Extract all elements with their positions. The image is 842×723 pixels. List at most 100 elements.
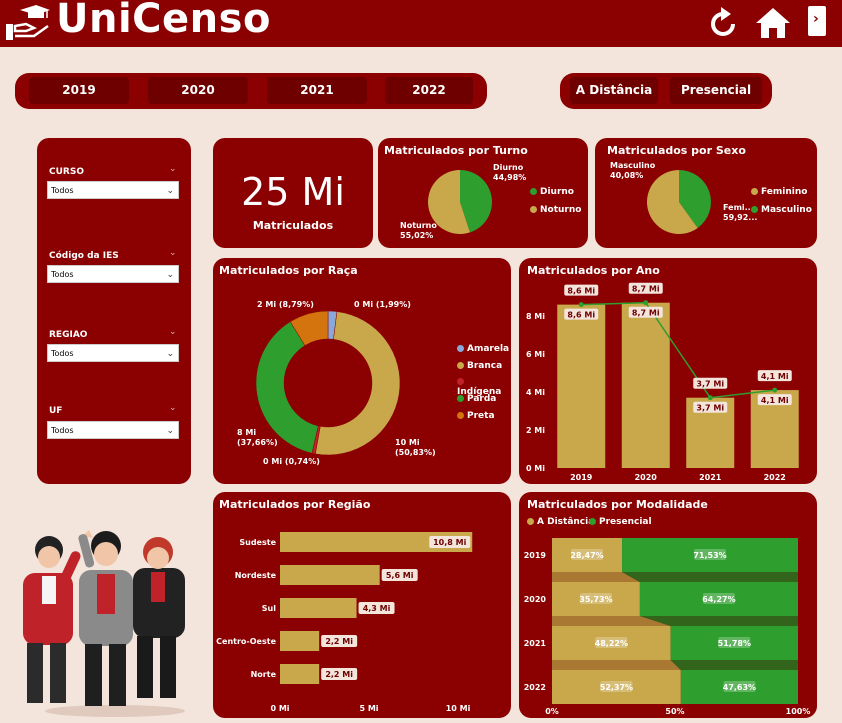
home-icon[interactable] (754, 6, 792, 40)
x-tick-label: 0 Mi (270, 704, 289, 713)
ies-select[interactable]: Todos ⌄ (47, 265, 179, 283)
bar-data-label: 35,73% (579, 595, 612, 604)
line-data-label: 8,7 Mi (632, 285, 660, 294)
chevron-down-icon[interactable]: ⌄ (169, 164, 177, 174)
turno-legend-noturno[interactable]: Noturno (530, 205, 581, 215)
raca-legend-parda[interactable]: Parda (457, 394, 496, 404)
chevron-down-icon[interactable]: ⌄ (169, 403, 177, 413)
legend-dot (457, 345, 464, 352)
bar-data-label: 5,6 Mi (386, 571, 414, 580)
bar-data-label: 64,27% (702, 595, 735, 604)
refresh-icon[interactable] (707, 6, 739, 40)
y-tick-label: 0 Mi (526, 464, 545, 473)
chevron-right-icon: › (813, 11, 819, 27)
raca-legend-branca[interactable]: Branca (457, 361, 502, 371)
curso-select[interactable]: Todos ⌄ (47, 181, 179, 199)
bar-data-label: 8,6 Mi (567, 311, 595, 320)
line-data-label: 3,7 Mi (696, 380, 724, 389)
x-tick-label: 100% (786, 707, 811, 716)
modalidade-card: Matriculados por Modalidade A Distância … (519, 492, 817, 718)
y-tick-label: Sul (262, 604, 276, 613)
y-tick-label: Nordeste (235, 571, 277, 580)
legend-label: Preta (467, 411, 495, 421)
uf-select[interactable]: Todos ⌄ (47, 421, 179, 439)
chevron-down-icon: ⌄ (166, 186, 174, 196)
trend-point (707, 395, 713, 401)
bar-data-label: 2,2 Mi (325, 637, 353, 646)
kpi-card: 25 Mi Matriculados (213, 138, 373, 248)
y-tick-label: 8 Mi (526, 312, 545, 321)
x-tick-label: 5 Mi (359, 704, 378, 713)
year-pill-2020[interactable]: 2020 (148, 77, 248, 104)
raca-card: Matriculados por Raça 0 Mi (1,99%) 10 Mi(… (213, 258, 511, 484)
bar-2019 (557, 304, 606, 468)
kpi-value: 25 Mi (241, 170, 345, 214)
y-tick-label: Norte (251, 670, 277, 679)
legend-dot (751, 188, 758, 195)
x-tick-label: 2019 (570, 473, 593, 482)
app-title: UniCenso (56, 0, 271, 42)
mode-filter-group: A Distância Presencial (560, 73, 772, 109)
bar-data-label: 51,78% (718, 639, 751, 648)
filter-label-ies: Código da IES (49, 251, 119, 261)
ano-card: Matriculados por Ano 0 Mi 2 Mi 4 Mi 6 Mi 8 M… (519, 258, 817, 484)
x-tick-label: 10 Mi (446, 704, 471, 713)
bar-data-label: 71,53% (693, 551, 726, 560)
trend-point (643, 300, 649, 306)
y-tick-label: 4 Mi (526, 388, 545, 397)
top-bar: UniCenso › (0, 0, 842, 47)
ribbon-distancia (552, 660, 681, 670)
chevron-down-icon: ⌄ (166, 349, 174, 359)
legend-dot (530, 206, 537, 213)
chevron-down-icon[interactable]: ⌄ (169, 327, 177, 337)
legend-label: Noturno (540, 205, 582, 215)
mode-pill-distancia[interactable]: A Distância (570, 77, 658, 104)
expand-button[interactable]: › (808, 6, 826, 36)
bar-centro-oeste (280, 631, 320, 651)
legend-label: Parda (467, 394, 497, 404)
turno-legend-diurno[interactable]: Diurno (530, 187, 574, 197)
bar-data-label: 2,2 Mi (325, 670, 353, 679)
filter-label-uf: UF (49, 406, 63, 416)
raca-legend-amarela[interactable]: Amarela (457, 344, 509, 354)
regiao-select[interactable]: Todos ⌄ (47, 344, 179, 362)
y-tick-label: 2021 (524, 639, 547, 648)
bar-data-label: 4,3 Mi (363, 604, 391, 613)
x-tick-label: 2022 (764, 473, 786, 482)
bar-data-label: 48,22% (595, 639, 628, 648)
bar-nordeste (280, 565, 380, 585)
y-tick-label: 2019 (524, 551, 547, 560)
y-tick-label: Sudeste (239, 538, 276, 547)
raca-legend-preta[interactable]: Preta (457, 411, 495, 421)
trend-line (581, 301, 775, 399)
donut-label-parda: 8 Mi (37,66%) (237, 428, 278, 447)
sexo-legend-feminino[interactable]: Feminino (751, 187, 807, 197)
year-pill-2022[interactable]: 2022 (385, 77, 473, 104)
trend-point (772, 387, 778, 393)
ano-bar-chart: 0 Mi 2 Mi 4 Mi 6 Mi 8 Mi 2019 2020 2021 2022 8,6 … (526, 282, 799, 482)
donut-label-amarela: 0 Mi (1,99%) (354, 300, 411, 309)
bar-data-label: 47,63% (723, 683, 756, 692)
bar-data-label: 3,7 Mi (696, 404, 724, 413)
legend-label: Masculino (761, 205, 812, 215)
line-data-label: 4,1 Mi (761, 372, 789, 381)
chevron-down-icon: ⌄ (166, 270, 174, 280)
donut-label-indigena: 0 Mi (0,74%) (263, 457, 320, 466)
year-pill-2021[interactable]: 2021 (267, 77, 367, 104)
pie-label-noturno: Noturno 55,02% (400, 221, 437, 240)
bar-norte (280, 664, 320, 684)
year-pill-2019[interactable]: 2019 (29, 77, 129, 104)
sexo-card: Matriculados por Sexo Masculino 40,08% Fem… (595, 138, 817, 248)
x-tick-label: 2020 (635, 473, 658, 482)
chevron-down-icon[interactable]: ⌄ (169, 248, 177, 258)
filter-label-curso: CURSO (49, 167, 84, 177)
regiao-card: Matriculados por Região Sudeste 10,8 Mi No… (213, 492, 511, 718)
ies-select-value: Todos (51, 270, 74, 279)
regiao-select-value: Todos (51, 349, 74, 358)
chevron-down-icon: ⌄ (166, 426, 174, 436)
pie-label-masculino: Masculino 40,08% (610, 161, 656, 180)
sexo-legend-masculino[interactable]: Masculino (751, 205, 812, 215)
year-filter-group: 2019 2020 2021 2022 (15, 73, 487, 109)
mode-pill-presencial[interactable]: Presencial (670, 77, 762, 104)
bar-data-label: 52,37% (600, 683, 633, 692)
